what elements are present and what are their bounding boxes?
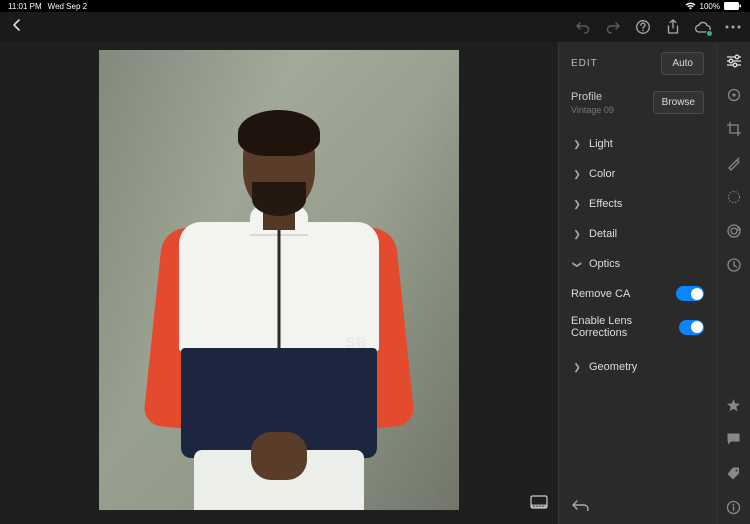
chevron-right-icon: ❯ <box>571 229 583 240</box>
chevron-right-icon: ❯ <box>571 199 583 210</box>
back-button[interactable] <box>6 14 28 41</box>
crop-icon[interactable] <box>725 120 743 138</box>
remove-ca-toggle[interactable] <box>676 286 704 301</box>
section-color-label: Color <box>589 168 615 180</box>
section-optics-label: Optics <box>589 258 620 270</box>
section-light[interactable]: ❯ Light <box>571 129 704 159</box>
profile-label: Profile <box>571 91 614 103</box>
status-date: Wed Sep 2 <box>48 2 87 11</box>
edited-photo: SB <box>99 50 459 510</box>
section-light-label: Light <box>589 138 613 150</box>
filmstrip-toggle-icon[interactable] <box>530 495 548 514</box>
chevron-right-icon: ❯ <box>571 139 583 150</box>
section-effects[interactable]: ❯ Effects <box>571 189 704 219</box>
chevron-right-icon: ❯ <box>571 362 583 373</box>
share-icon[interactable] <box>664 18 682 36</box>
masking-icon[interactable] <box>725 188 743 206</box>
section-geometry-label: Geometry <box>589 361 637 373</box>
top-bar <box>0 12 750 42</box>
edit-panel: EDIT Auto Profile Vintage 09 Browse ❯ Lig… <box>558 42 716 524</box>
help-icon[interactable] <box>634 18 652 36</box>
target-icon[interactable] <box>725 86 743 104</box>
healing-brush-icon[interactable] <box>725 154 743 172</box>
battery-icon <box>724 2 742 10</box>
status-time: 11:01 PM <box>8 2 42 11</box>
auto-button[interactable]: Auto <box>661 52 704 75</box>
section-geometry[interactable]: ❯ Geometry <box>571 352 704 382</box>
keywords-icon[interactable] <box>725 464 743 482</box>
section-detail-label: Detail <box>589 228 617 240</box>
lens-corrections-toggle[interactable] <box>679 320 704 335</box>
tool-rail <box>716 42 750 524</box>
battery-percent: 100% <box>700 2 720 11</box>
section-optics[interactable]: ❯ Optics <box>571 249 704 279</box>
wifi-icon <box>685 2 696 10</box>
presets-icon[interactable] <box>725 222 743 240</box>
panel-title: EDIT <box>571 58 598 69</box>
redo-button[interactable] <box>604 18 622 36</box>
chevron-right-icon: ❯ <box>571 169 583 180</box>
image-canvas[interactable]: SB <box>0 42 558 524</box>
versions-icon[interactable] <box>725 256 743 274</box>
status-bar: 11:01 PM Wed Sep 2 100% <box>0 0 750 12</box>
more-icon[interactable] <box>724 18 742 36</box>
comments-icon[interactable] <box>725 430 743 448</box>
section-detail[interactable]: ❯ Detail <box>571 219 704 249</box>
revert-button[interactable] <box>571 499 589 514</box>
remove-ca-label: Remove CA <box>571 288 630 300</box>
undo-button[interactable] <box>574 18 592 36</box>
star-icon[interactable] <box>725 396 743 414</box>
jacket-brand-text: SB <box>346 334 367 350</box>
info-icon[interactable] <box>725 498 743 516</box>
browse-button[interactable]: Browse <box>653 91 704 114</box>
lens-corrections-label: Enable Lens Corrections <box>571 315 679 339</box>
profile-value: Vintage 09 <box>571 105 614 115</box>
section-color[interactable]: ❯ Color <box>571 159 704 189</box>
cloud-sync-icon[interactable] <box>694 18 712 36</box>
chevron-down-icon: ❯ <box>572 258 583 270</box>
adjust-sliders-icon[interactable] <box>725 52 743 70</box>
section-effects-label: Effects <box>589 198 622 210</box>
